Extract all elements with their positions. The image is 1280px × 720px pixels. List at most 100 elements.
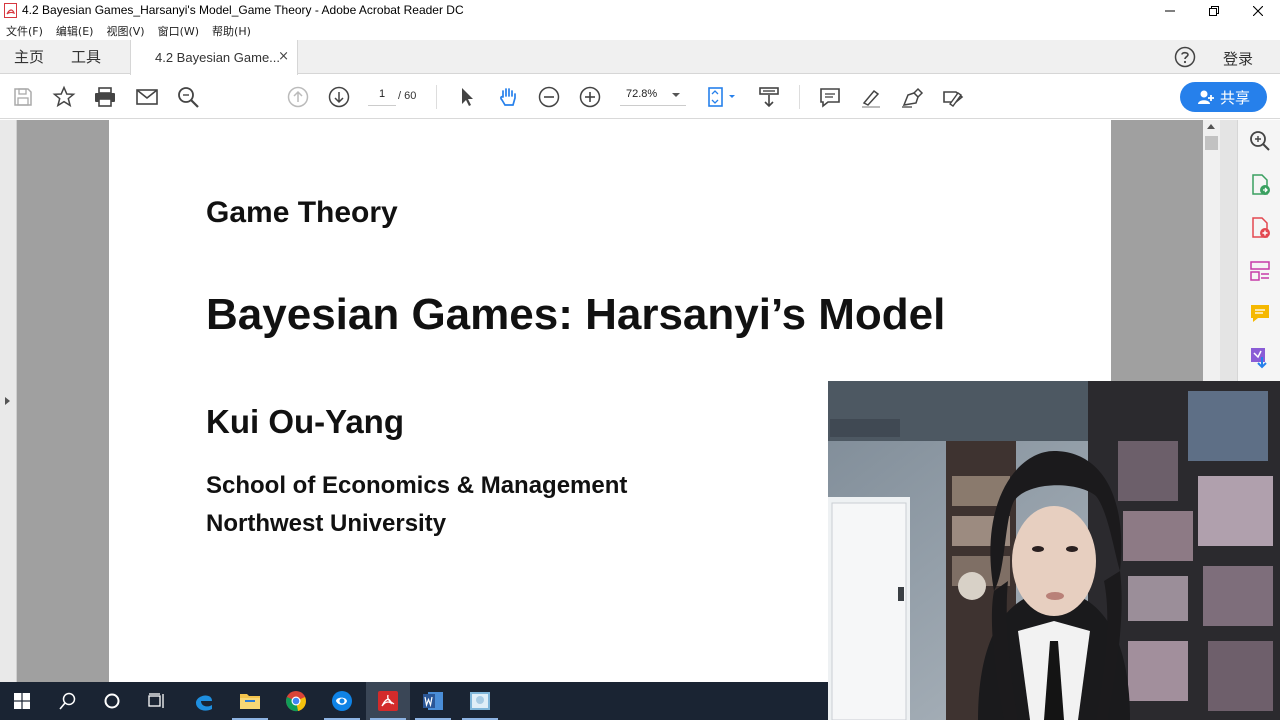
- scroll-icon: [759, 87, 779, 108]
- expand-arrow-icon: [5, 397, 10, 405]
- tab-document[interactable]: 4.2 Bayesian Game... ×: [130, 40, 298, 75]
- word-icon: [423, 692, 443, 710]
- title-bar: 4.2 Bayesian Games_Harsanyi's Model_Game…: [0, 0, 1280, 21]
- cortana-circle-icon: [104, 693, 120, 709]
- comment-tool-icon[interactable]: [1248, 302, 1272, 326]
- minimize-icon: [1165, 10, 1175, 11]
- menu-window[interactable]: 窗口(W): [158, 23, 199, 39]
- taskbar-acrobat[interactable]: [366, 682, 410, 720]
- enhance-scan-icon[interactable]: [1248, 129, 1272, 153]
- restore-button[interactable]: [1192, 0, 1236, 21]
- login-link[interactable]: 登录: [1223, 48, 1253, 69]
- comment-icon: [820, 88, 840, 108]
- add-user-icon: [1197, 90, 1214, 104]
- taskbar-image-app[interactable]: [458, 682, 502, 720]
- share-button[interactable]: 共享: [1180, 82, 1267, 112]
- taskbar-search-button[interactable]: [46, 682, 90, 720]
- fit-page-icon: [708, 87, 735, 107]
- hand-icon: [500, 88, 516, 106]
- scroll-mode-button[interactable]: [757, 85, 781, 109]
- send-file-icon[interactable]: [1248, 345, 1272, 369]
- comment-button[interactable]: [818, 85, 842, 109]
- select-tool-button[interactable]: [455, 85, 479, 109]
- presenter-video-frame: [828, 381, 1280, 720]
- pen-nib-icon: [902, 87, 924, 108]
- star-icon: [52, 85, 76, 108]
- task-view-icon: [148, 693, 164, 708]
- menu-bar: 文件(F) 编辑(E) 视图(V) 窗口(W) 帮助(H): [0, 21, 1280, 40]
- chevron-down-icon: [672, 93, 680, 97]
- tab-home[interactable]: 主页: [14, 40, 44, 74]
- help-icon[interactable]: [1174, 46, 1196, 68]
- edge-browser-icon: [196, 695, 212, 711]
- fill-sign-button[interactable]: [941, 85, 965, 109]
- author-name: Kui Ou-Yang: [206, 403, 404, 440]
- scrollbar-thumb[interactable]: [1205, 136, 1218, 150]
- window-title: 4.2 Bayesian Games_Harsanyi's Model_Game…: [22, 3, 464, 17]
- menu-edit[interactable]: 编辑(E): [56, 23, 94, 39]
- organize-pages-icon[interactable]: [1248, 259, 1272, 283]
- menu-view[interactable]: 视图(V): [106, 23, 144, 39]
- search-icon: [178, 87, 199, 108]
- bookmark-button[interactable]: [52, 85, 76, 109]
- sign-button[interactable]: [900, 85, 924, 109]
- taskbar-word[interactable]: [411, 682, 455, 720]
- cursor-icon: [462, 88, 473, 106]
- image-viewer-icon: [470, 692, 490, 710]
- email-button[interactable]: [135, 85, 159, 109]
- zoom-in-button[interactable]: [578, 85, 602, 109]
- next-page-button[interactable]: [327, 85, 351, 109]
- restore-icon: [1209, 5, 1219, 16]
- menu-help[interactable]: 帮助(H): [212, 23, 251, 39]
- taskbar-edge[interactable]: [182, 682, 226, 720]
- create-pdf-icon[interactable]: [1248, 216, 1272, 240]
- acrobat-icon: [378, 691, 398, 711]
- print-button[interactable]: [93, 85, 117, 109]
- search-button[interactable]: [176, 85, 200, 109]
- taskbar-chrome[interactable]: [274, 682, 318, 720]
- close-window-button[interactable]: [1236, 0, 1280, 21]
- export-pdf-icon[interactable]: [1248, 173, 1272, 197]
- webcam-video: [828, 381, 1280, 720]
- previous-page-button[interactable]: [286, 85, 310, 109]
- highlight-button[interactable]: [859, 85, 883, 109]
- toolbar-divider: [799, 85, 800, 109]
- page-number-input[interactable]: 1: [368, 88, 396, 106]
- tab-bar: 主页 工具 4.2 Bayesian Game... × 登录: [0, 40, 1280, 75]
- university-name: Northwest University: [206, 510, 447, 537]
- search-icon: [59, 692, 76, 710]
- taskbar-video-app[interactable]: [320, 682, 364, 720]
- page-fit-button[interactable]: [706, 85, 738, 109]
- minus-circle-icon: [538, 86, 560, 108]
- navigation-pane-toggle[interactable]: [0, 120, 17, 682]
- zoom-out-button[interactable]: [537, 85, 561, 109]
- lecture-title: Bayesian Games: Harsanyi’s Model: [206, 290, 946, 339]
- highlighter-icon: [862, 89, 880, 108]
- start-button[interactable]: [0, 682, 44, 720]
- windows-logo-icon: [14, 693, 30, 709]
- minimize-button[interactable]: [1148, 0, 1192, 21]
- zoom-level-select[interactable]: 72.8%: [620, 88, 686, 106]
- menu-file[interactable]: 文件(F): [6, 23, 43, 39]
- task-view-button[interactable]: [135, 682, 179, 720]
- printer-icon: [95, 87, 115, 107]
- arrow-up-circle-icon: [287, 86, 309, 108]
- folder-icon: [240, 694, 260, 709]
- toolbar: 1 / 60 72.8% 共享: [0, 75, 1280, 119]
- page-total: / 60: [398, 90, 417, 102]
- cortana-button[interactable]: [90, 682, 134, 720]
- scroll-up-arrow-icon[interactable]: [1207, 124, 1215, 129]
- close-tab-button[interactable]: ×: [278, 49, 289, 64]
- fill-sign-icon: [943, 91, 964, 107]
- course-title: Game Theory: [206, 196, 398, 229]
- envelope-icon: [136, 89, 158, 105]
- tab-tools[interactable]: 工具: [71, 40, 101, 74]
- acrobat-app-icon: [4, 3, 17, 18]
- chrome-icon: [286, 691, 306, 712]
- windows-taskbar: [0, 682, 828, 720]
- save-button[interactable]: [11, 85, 35, 109]
- share-button-label: 共享: [1219, 88, 1250, 107]
- taskbar-file-explorer[interactable]: [228, 682, 272, 720]
- school-name: School of Economics & Management: [206, 472, 628, 499]
- hand-tool-button[interactable]: [496, 85, 520, 109]
